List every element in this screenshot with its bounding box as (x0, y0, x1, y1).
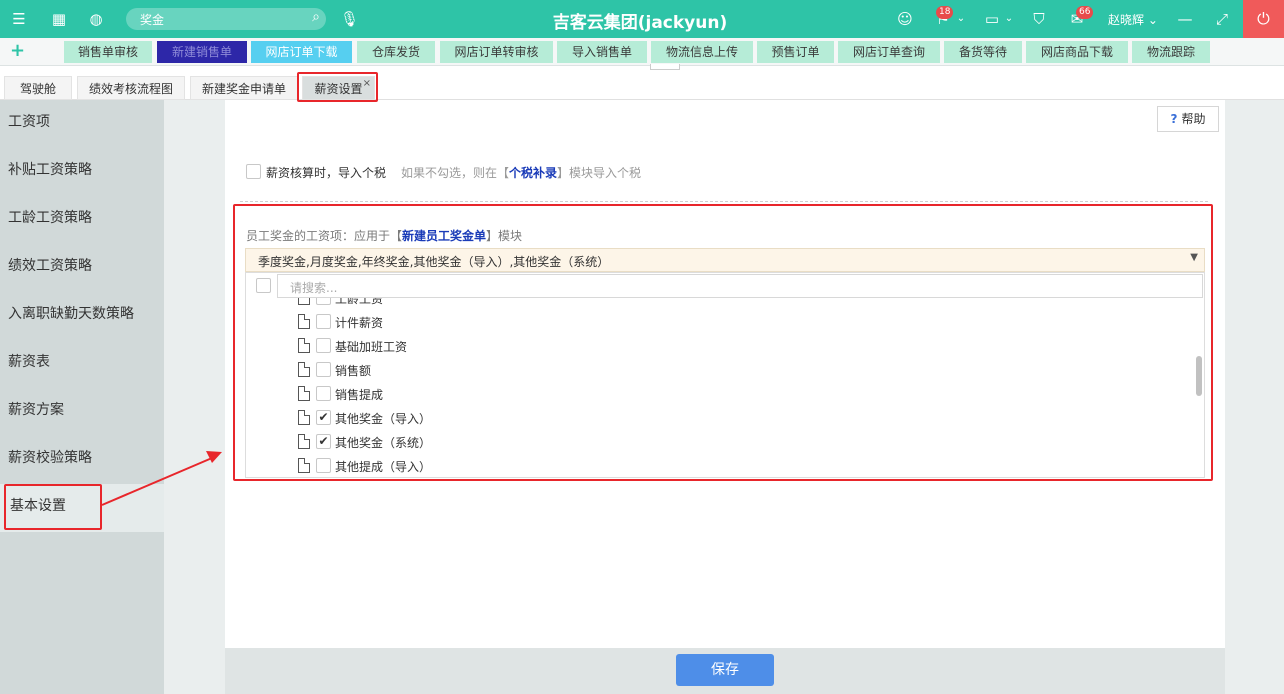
annotation-arrow (101, 451, 222, 506)
